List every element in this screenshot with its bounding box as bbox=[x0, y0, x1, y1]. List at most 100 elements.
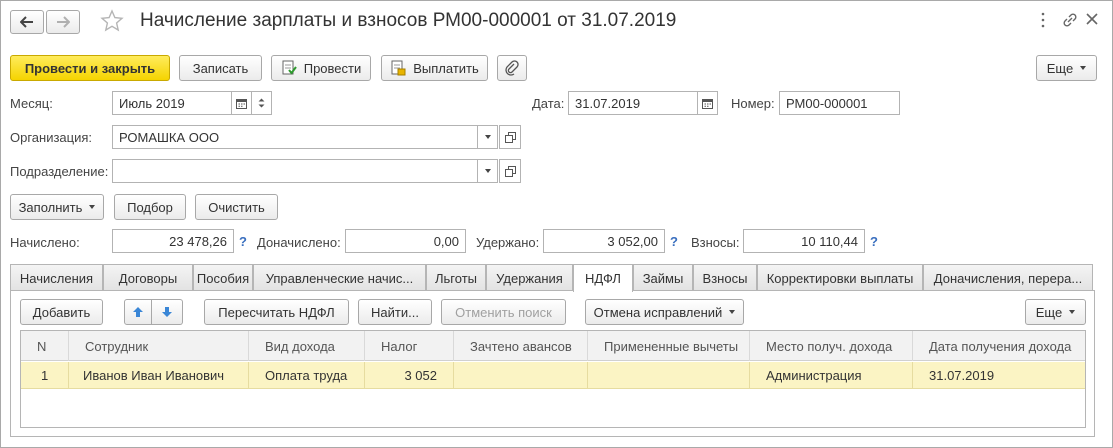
recalculate-ndfl-button[interactable]: Пересчитать НДФЛ bbox=[204, 299, 349, 325]
contributions-value: 10 110,44 bbox=[743, 229, 865, 253]
tab-loans[interactable]: Займы bbox=[633, 264, 693, 291]
pay-button[interactable]: Выплатить bbox=[381, 55, 488, 81]
post-button[interactable]: Провести bbox=[271, 55, 371, 81]
date-input[interactable]: 31.07.2019 bbox=[568, 91, 698, 115]
month-input[interactable]: Июль 2019 bbox=[112, 91, 232, 115]
organization-input[interactable]: РОМАШКА ООО bbox=[112, 125, 478, 149]
date-calendar-button[interactable] bbox=[698, 91, 718, 115]
spinner-arrows-icon bbox=[258, 98, 265, 108]
table-header: N Сотрудник Вид дохода Налог Зачтено ава… bbox=[21, 331, 1085, 361]
row-cell-n[interactable]: 1 bbox=[21, 362, 69, 389]
number-label: Номер: bbox=[731, 96, 775, 111]
page-title: Начисление зарплаты и взносов РМ00-00000… bbox=[140, 10, 677, 31]
column-header-advances-credited[interactable]: Зачтено авансов bbox=[454, 331, 588, 361]
tab-contributions[interactable]: Взносы bbox=[693, 264, 757, 291]
favorite-star-icon[interactable] bbox=[100, 9, 124, 36]
select-button[interactable]: Подбор bbox=[114, 194, 186, 220]
find-button[interactable]: Найти... bbox=[358, 299, 432, 325]
chevron-down-icon bbox=[484, 169, 491, 173]
table-more-label: Еще bbox=[1035, 304, 1063, 320]
more-button[interactable]: Еще bbox=[1036, 55, 1097, 81]
column-header-deductions-applied[interactable]: Примененные вычеты bbox=[588, 331, 750, 361]
row-cell-deductions-applied[interactable] bbox=[588, 362, 750, 389]
post-and-close-button[interactable]: Провести и закрыть bbox=[10, 55, 170, 81]
tab-management-accruals[interactable]: Управленческие начис... bbox=[253, 264, 426, 291]
tab-bar: Начисления Договоры Пособия Управленческ… bbox=[10, 264, 1093, 292]
department-input[interactable] bbox=[112, 159, 478, 183]
post-button-label: Провести bbox=[303, 60, 362, 76]
tab-ndfl[interactable]: НДФЛ bbox=[573, 264, 633, 292]
tab-payment-corrections[interactable]: Корректировки выплаты bbox=[757, 264, 923, 291]
cancel-search-button[interactable]: Отменить поиск bbox=[441, 299, 566, 325]
column-header-income-type[interactable]: Вид дохода bbox=[249, 331, 365, 361]
accrued-label: Начислено: bbox=[10, 235, 80, 250]
row-cell-income-place[interactable]: Администрация bbox=[750, 362, 913, 389]
back-button[interactable] bbox=[10, 10, 44, 34]
date-label: Дата: bbox=[532, 96, 565, 111]
chevron-down-icon bbox=[729, 310, 736, 314]
arrow-down-icon bbox=[162, 307, 172, 317]
calendar-icon bbox=[702, 98, 713, 109]
tab-extra-accruals[interactable]: Доначисления, перера... bbox=[923, 264, 1093, 291]
column-header-employee[interactable]: Сотрудник bbox=[69, 331, 249, 361]
accrued-value: 23 478,26 bbox=[112, 229, 234, 253]
tab-contracts[interactable]: Договоры bbox=[103, 264, 193, 291]
clear-button[interactable]: Очистить bbox=[195, 194, 278, 220]
column-header-n[interactable]: N bbox=[21, 331, 69, 361]
open-form-icon bbox=[504, 131, 516, 143]
ndfl-table: N Сотрудник Вид дохода Налог Зачтено ава… bbox=[20, 330, 1086, 428]
month-calendar-button[interactable] bbox=[232, 91, 252, 115]
undo-corrections-button[interactable]: Отмена исправлений bbox=[585, 299, 744, 325]
arrow-up-icon bbox=[133, 307, 143, 317]
move-down-button[interactable] bbox=[152, 299, 183, 325]
save-button[interactable]: Записать bbox=[179, 55, 262, 81]
row-cell-income-date[interactable]: 31.07.2019 bbox=[913, 362, 1087, 389]
organization-dropdown-button[interactable] bbox=[478, 125, 498, 149]
department-open-button[interactable] bbox=[499, 159, 521, 183]
withheld-label: Удержано: bbox=[476, 235, 540, 250]
tab-privileges[interactable]: Льготы bbox=[426, 264, 486, 291]
column-header-income-place[interactable]: Место получ. дохода bbox=[750, 331, 913, 361]
contributions-help-link[interactable]: ? bbox=[870, 234, 878, 249]
row-cell-employee[interactable]: Иванов Иван Иванович bbox=[69, 362, 249, 389]
month-label: Месяц: bbox=[10, 96, 53, 111]
chevron-down-icon bbox=[1080, 66, 1087, 70]
add-row-button[interactable]: Добавить bbox=[20, 299, 103, 325]
tab-accruals[interactable]: Начисления bbox=[10, 264, 103, 291]
paperclip-icon bbox=[505, 60, 519, 76]
organization-open-button[interactable] bbox=[499, 125, 521, 149]
accrued-help-link[interactable]: ? bbox=[239, 234, 247, 249]
close-icon[interactable] bbox=[1086, 13, 1098, 28]
fill-button-label: Заполнить bbox=[18, 199, 83, 215]
column-header-income-date[interactable]: Дата получения дохода bbox=[913, 331, 1087, 361]
contributions-label: Взносы: bbox=[691, 235, 740, 250]
link-icon[interactable] bbox=[1062, 13, 1078, 30]
forward-button[interactable] bbox=[46, 10, 80, 34]
attach-button[interactable] bbox=[497, 55, 527, 81]
chevron-down-icon bbox=[89, 205, 96, 209]
department-label: Подразделение: bbox=[10, 164, 109, 179]
arrow-left-icon bbox=[20, 16, 33, 28]
chevron-down-icon bbox=[1069, 310, 1076, 314]
month-spinner[interactable] bbox=[252, 91, 272, 115]
column-header-tax[interactable]: Налог bbox=[365, 331, 454, 361]
tab-benefits[interactable]: Пособия bbox=[193, 264, 253, 291]
calendar-icon bbox=[236, 98, 247, 109]
fill-button[interactable]: Заполнить bbox=[10, 194, 104, 220]
number-input[interactable]: РМ00-000001 bbox=[779, 91, 900, 115]
withheld-help-link[interactable]: ? bbox=[670, 234, 678, 249]
tab-deductions[interactable]: Удержания bbox=[486, 264, 573, 291]
row-cell-tax[interactable]: 3 052 bbox=[365, 362, 454, 389]
arrow-right-icon bbox=[57, 16, 70, 28]
post-document-icon bbox=[281, 60, 297, 76]
department-dropdown-button[interactable] bbox=[478, 159, 498, 183]
more-vertical-icon[interactable] bbox=[1040, 12, 1046, 28]
chevron-down-icon bbox=[484, 135, 491, 139]
move-up-button[interactable] bbox=[124, 299, 152, 325]
payment-document-icon bbox=[390, 60, 406, 76]
table-row[interactable]: 1 Иванов Иван Иванович Оплата труда 3 05… bbox=[21, 362, 1085, 389]
row-cell-advances-credited[interactable] bbox=[454, 362, 588, 389]
table-more-button[interactable]: Еще bbox=[1025, 299, 1086, 325]
row-cell-income-type[interactable]: Оплата труда bbox=[249, 362, 365, 389]
pay-button-label: Выплатить bbox=[413, 60, 479, 76]
